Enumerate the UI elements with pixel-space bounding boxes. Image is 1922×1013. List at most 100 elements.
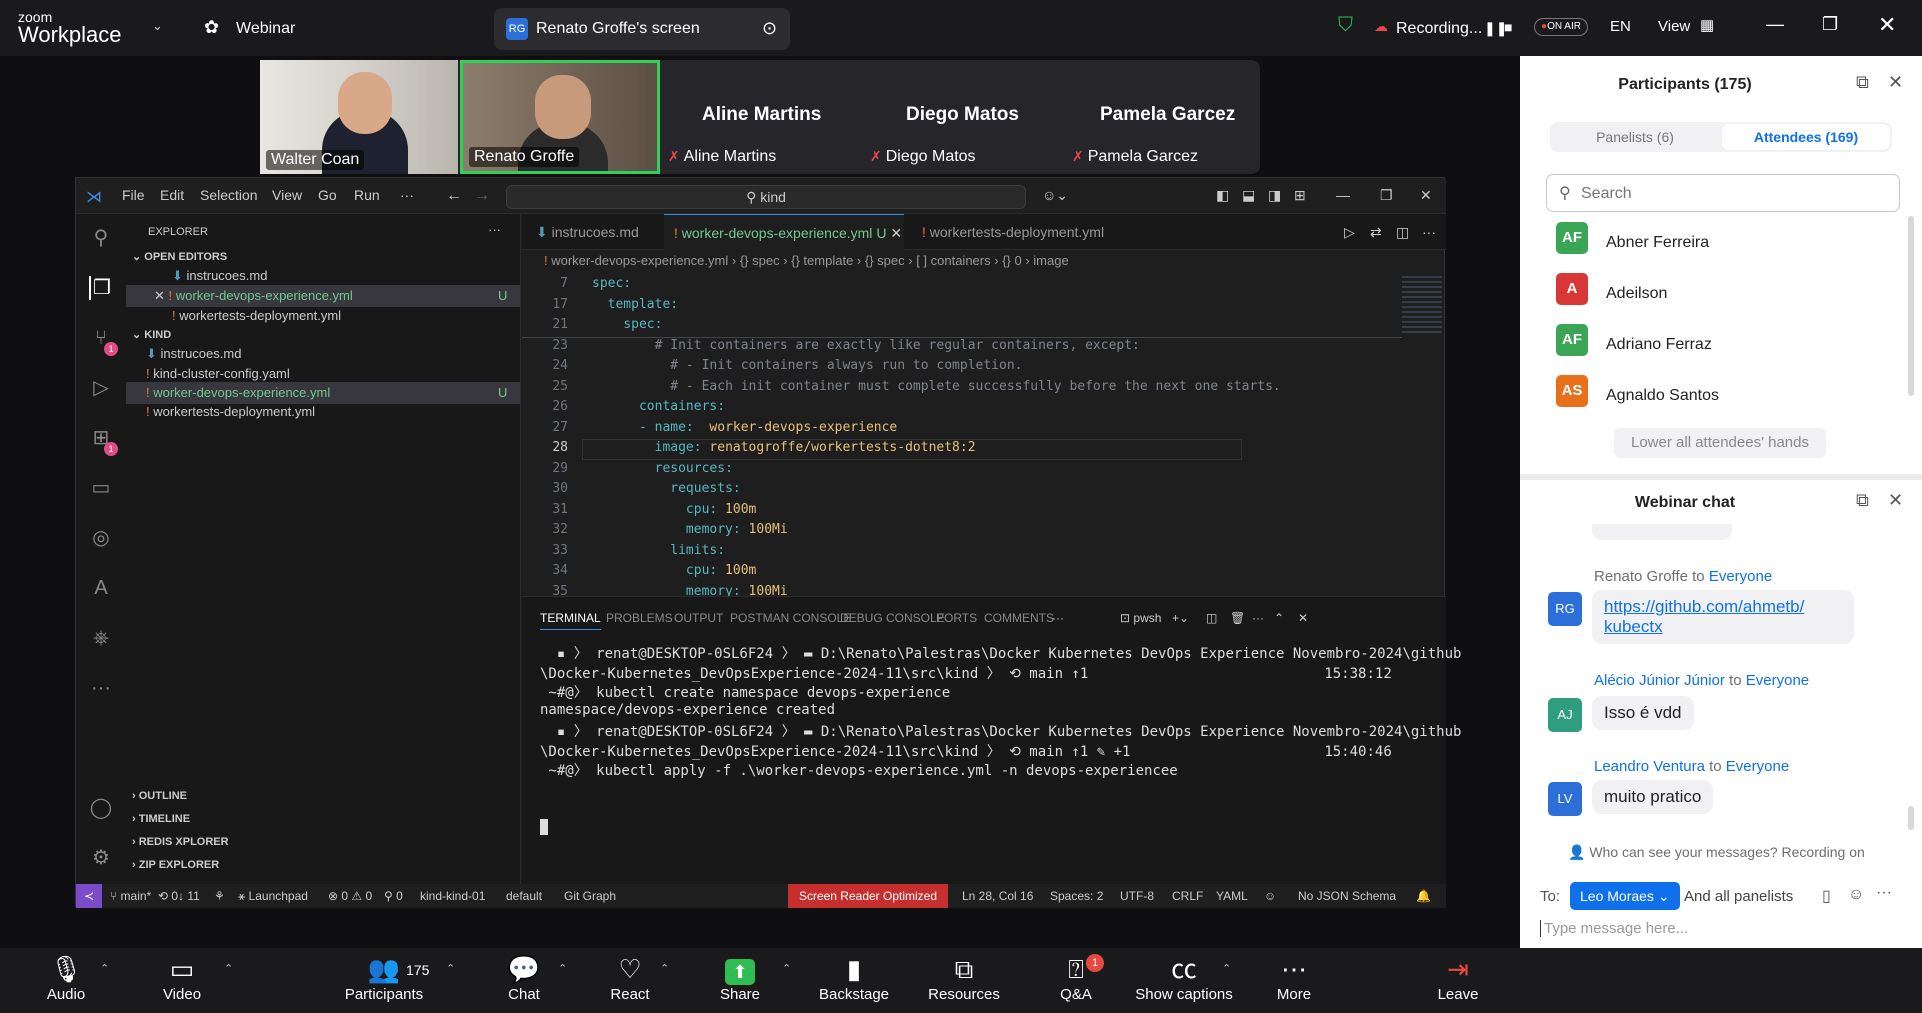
chat-options-icon[interactable]: ⌃ xyxy=(558,962,567,975)
remote-explorer-icon[interactable]: ▭ xyxy=(89,476,113,500)
close-participants-icon[interactable]: ✕ xyxy=(1888,72,1903,93)
search-icon[interactable]: ⚲ xyxy=(89,226,113,250)
share-button[interactable]: ⬆ Share xyxy=(690,948,790,1003)
video-options-icon[interactable]: ⌃ xyxy=(224,962,233,975)
menu-selection[interactable]: Selection xyxy=(200,187,258,203)
participants-options-icon[interactable]: ⌃ xyxy=(446,962,455,975)
azure-icon[interactable]: A xyxy=(89,576,113,600)
terminal-more-icon[interactable]: ··· xyxy=(1252,611,1264,625)
trash-icon[interactable]: 🗑 xyxy=(1230,611,1245,625)
file-item[interactable]: ! workertests-deployment.yml xyxy=(146,404,315,419)
redis-xplorer-header[interactable]: › REDIS XPLORER xyxy=(132,836,229,848)
sync-status[interactable]: ⟲ 0↓ 11 xyxy=(158,884,200,908)
problems-status[interactable]: ⊗ 0 ⚠ 0 xyxy=(328,884,372,908)
resources-button[interactable]: ⧉ Resources xyxy=(914,948,1014,1003)
outline-header[interactable]: › OUTLINE xyxy=(132,790,187,802)
close-chat-icon[interactable]: ✕ xyxy=(1888,490,1903,511)
accounts-icon[interactable]: ◯ xyxy=(89,796,113,820)
toggle-sidebar-icon[interactable]: ◧ xyxy=(1216,187,1229,204)
tab-workertests-deployment[interactable]: ! workertests-deployment.yml xyxy=(922,214,1104,250)
close-tab-icon[interactable]: ✕ xyxy=(890,225,902,241)
more-views-icon[interactable]: ··· xyxy=(89,676,113,700)
breadcrumb-item[interactable]: [ ] containers xyxy=(916,253,990,268)
breadcrumb-item[interactable]: worker-devops-experience.yml xyxy=(551,253,728,268)
file-item[interactable]: ⬇ instrucoes.md xyxy=(146,346,241,362)
copilot-status-icon[interactable]: ☺ xyxy=(1264,884,1276,908)
live-share-icon[interactable]: ⚘ xyxy=(214,884,225,908)
open-editor-item[interactable]: ⬇ instrucoes.md xyxy=(172,268,267,284)
customize-layout-icon[interactable]: ⊞ xyxy=(1294,187,1306,204)
screen-reader-status[interactable]: Screen Reader Optimized xyxy=(788,884,948,908)
launchpad-status[interactable]: ⚹ Launchpad xyxy=(238,884,308,908)
toggle-panel-icon[interactable]: ⬓ xyxy=(1242,187,1255,204)
tab-postman-console[interactable]: POSTMAN CONSOLE xyxy=(730,611,851,625)
react-options-icon[interactable]: ⌃ xyxy=(660,962,669,975)
language-status[interactable]: YAML xyxy=(1216,884,1248,908)
compare-icon[interactable]: ⇄ xyxy=(1370,214,1382,250)
new-terminal-icon[interactable]: +⌄ xyxy=(1172,611,1189,625)
toggle-secondary-sidebar-icon[interactable]: ◨ xyxy=(1268,187,1281,204)
forward-arrow-icon[interactable]: → xyxy=(474,187,490,205)
close-window-icon[interactable]: ✕ xyxy=(1878,12,1896,38)
file-item[interactable]: ! kind-cluster-config.yaml xyxy=(146,366,290,381)
view-grid-icon[interactable]: ▦ xyxy=(1700,16,1714,34)
tab-ports[interactable]: PORTS xyxy=(936,611,977,625)
tab-instrucoes[interactable]: ⬇ instrucoes.md xyxy=(536,214,639,250)
close-panel-icon[interactable]: ✕ xyxy=(1298,611,1308,625)
command-center-search[interactable]: ⚲ kind xyxy=(506,185,1026,209)
participant-search-input[interactable]: ⚲ Search xyxy=(1546,174,1900,212)
explorer-more-icon[interactable]: ··· xyxy=(488,222,501,237)
recipient-dropdown[interactable]: Leo Moraes ⌄ xyxy=(1570,882,1680,910)
video-walter-coan[interactable]: Walter Coan xyxy=(260,60,458,174)
cluster-status[interactable]: kind-kind-01 xyxy=(420,884,485,908)
file-item[interactable]: ! worker-devops-experience.yml xyxy=(146,385,330,400)
captions-options-icon[interactable]: ⌃ xyxy=(1222,962,1231,975)
emoji-icon[interactable]: ☺ xyxy=(1848,886,1864,904)
ports-status[interactable]: ⚲ 0 xyxy=(384,884,403,908)
folder-header[interactable]: ⌄ KIND xyxy=(132,328,171,341)
eol-status[interactable]: CRLF xyxy=(1172,884,1203,908)
menu-edit[interactable]: Edit xyxy=(160,187,184,203)
terminal-shell[interactable]: ⊡ pwsh xyxy=(1120,611,1161,625)
shared-screen-pill[interactable]: RG Renato Groffe's screen ⊙ xyxy=(494,8,790,50)
branch-status[interactable]: ⑂ main* xyxy=(110,884,151,908)
file-icon[interactable]: ▯ xyxy=(1822,886,1831,906)
breadcrumb-item[interactable]: {} template xyxy=(791,253,853,268)
menu-go[interactable]: Go xyxy=(318,187,337,203)
settings-gear-icon[interactable]: ⚙ xyxy=(89,846,113,870)
breadcrumb-item[interactable]: {} 0 xyxy=(1002,253,1022,268)
breadcrumb-item[interactable]: {} spec xyxy=(865,253,905,268)
close-editor-icon[interactable]: ✕ xyxy=(154,288,169,303)
split-editor-icon[interactable]: ◫ xyxy=(1396,214,1409,250)
copilot-icon[interactable]: ☺⌄ xyxy=(1042,187,1068,204)
menu-view[interactable]: View xyxy=(272,187,302,203)
tab-terminal[interactable]: TERMINAL xyxy=(540,611,601,630)
docker-icon[interactable]: ◎ xyxy=(89,526,113,550)
editor-more-icon[interactable]: ··· xyxy=(1422,214,1436,250)
notifications-bell-icon[interactable]: 🔔 xyxy=(1416,884,1431,908)
stop-recording-icon[interactable]: ■ xyxy=(1504,19,1512,35)
share-options-icon[interactable]: ⌃ xyxy=(782,962,791,975)
breadcrumb-item[interactable]: {} spec xyxy=(740,253,780,268)
indentation-status[interactable]: Spaces: 2 xyxy=(1050,884,1103,908)
cursor-position[interactable]: Ln 28, Col 16 xyxy=(962,884,1033,908)
open-editors-header[interactable]: ⌄ OPEN EDITORS xyxy=(132,250,227,263)
menu-more[interactable]: ··· xyxy=(400,187,414,203)
minimap[interactable] xyxy=(1402,276,1442,336)
chat-scrollbar[interactable] xyxy=(1908,806,1914,830)
language-button[interactable]: EN xyxy=(1610,18,1631,35)
react-button[interactable]: ♡ React xyxy=(580,948,680,1003)
more-options-icon[interactable]: ⊙ xyxy=(762,18,777,39)
timeline-header[interactable]: › TIMELINE xyxy=(132,813,190,825)
chat-button[interactable]: 💬 Chat xyxy=(474,948,574,1003)
visibility-note[interactable]: 👤 Who can see your messages? Recording o… xyxy=(1568,844,1865,861)
explorer-icon[interactable]: ❐ xyxy=(89,276,113,300)
qa-button[interactable]: ⍰ Q&A xyxy=(1026,948,1126,1003)
tab-debug-console[interactable]: DEBUG CONSOLE xyxy=(840,611,945,625)
kubernetes-icon[interactable]: ⎈ xyxy=(89,626,113,650)
chat-popout-icon[interactable]: ⧉ xyxy=(1856,490,1869,511)
chevron-down-icon[interactable]: ⌄ xyxy=(152,18,163,34)
run-debug-icon[interactable]: ▷ xyxy=(89,376,113,400)
tab-attendees[interactable]: Attendees (169) xyxy=(1722,124,1890,150)
popout-icon[interactable]: ⧉ xyxy=(1856,72,1869,93)
